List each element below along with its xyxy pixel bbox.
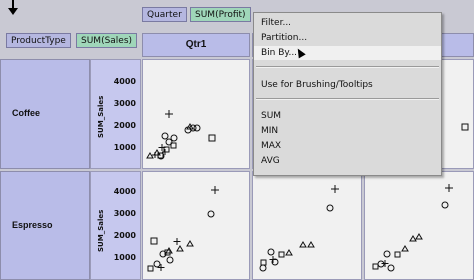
menu-item-sum[interactable]: SUM [254, 109, 441, 123]
plot-espresso-qtr1[interactable] [142, 171, 250, 280]
menu-item-avg[interactable]: AVG [254, 154, 441, 168]
triangle-icon [285, 249, 293, 256]
scatter-marks [146, 110, 216, 160]
y-tick: 1000 [113, 143, 136, 152]
row-header-espresso: Espresso [0, 171, 90, 280]
y-axis-title: SUM_Sales [97, 95, 105, 138]
square-icon [208, 134, 216, 142]
scatter-marks [259, 185, 339, 272]
context-menu: Filter... Partition... Bin By... Use for… [253, 12, 442, 176]
square-icon [461, 123, 469, 131]
scatter-marks [147, 186, 219, 272]
triangle-icon [307, 241, 315, 248]
circle-icon [193, 124, 201, 132]
y-axis-title: SUM_Sales [97, 209, 105, 252]
square-icon [372, 263, 379, 270]
quarter-pill[interactable]: Quarter [142, 7, 187, 22]
square-icon [150, 237, 158, 245]
menu-separator [256, 98, 439, 100]
triangle-icon [176, 245, 184, 252]
menu-item-min[interactable]: MIN [254, 124, 441, 138]
cross-icon [173, 238, 181, 245]
plot-coffee-qtr1[interactable] [142, 59, 250, 169]
y-tick: 4000 [113, 77, 136, 86]
product-type-pill[interactable]: ProductType [6, 33, 71, 48]
arrow-down-icon [8, 0, 18, 15]
triangle-icon [401, 245, 409, 252]
circle-icon [207, 210, 215, 218]
circle-icon [387, 264, 395, 272]
column-header-qtr1: Qtr1 [142, 33, 250, 57]
cross-icon [445, 184, 453, 192]
square-icon [260, 259, 267, 266]
square-icon [278, 251, 285, 258]
y-tick: 3000 [113, 209, 136, 218]
triangle-icon [299, 241, 307, 248]
y-axis-espresso: SUM_Sales 4000 3000 2000 1000 [90, 171, 141, 280]
plot-espresso-qtr2[interactable] [252, 171, 362, 280]
cross-icon [211, 186, 219, 194]
triangle-icon [415, 233, 423, 240]
row-header-label: Espresso [12, 220, 53, 230]
cross-icon [331, 185, 339, 193]
sum-profit-pill[interactable]: SUM(Profit) [190, 7, 251, 22]
plot-espresso-qtr3[interactable] [364, 171, 474, 280]
triangle-icon [409, 235, 417, 242]
scatter-marks [372, 184, 453, 272]
triangle-icon [186, 240, 194, 247]
circle-icon [259, 264, 267, 272]
y-tick: 4000 [113, 187, 136, 196]
square-icon [394, 251, 401, 258]
menu-item-bin-by[interactable]: Bin By... [254, 46, 441, 60]
circle-icon [326, 204, 334, 212]
circle-icon [166, 256, 174, 264]
row-header-coffee: Coffee [0, 59, 90, 169]
y-axis-coffee: SUM_Sales 4000 3000 2000 1000 [90, 59, 141, 169]
cross-icon [165, 110, 173, 118]
cross-icon [269, 256, 277, 263]
y-tick: 2000 [113, 231, 136, 240]
y-tick: 2000 [113, 121, 136, 130]
circle-icon [153, 260, 161, 268]
circle-icon [383, 250, 391, 258]
circle-icon [441, 201, 449, 209]
menu-item-filter[interactable]: Filter... [254, 16, 441, 30]
menu-separator [256, 66, 439, 68]
cross-icon [157, 264, 165, 271]
menu-item-partition[interactable]: Partition... [254, 31, 441, 45]
circle-icon [161, 132, 169, 140]
y-tick: 1000 [113, 253, 136, 262]
sum-sales-pill[interactable]: SUM(Sales) [76, 33, 138, 48]
menu-item-brushing[interactable]: Use for Brushing/Tooltips [254, 78, 441, 92]
circle-icon [267, 248, 275, 256]
square-icon [147, 265, 154, 272]
menu-item-max[interactable]: MAX [254, 139, 441, 153]
row-header-label: Coffee [12, 108, 41, 118]
y-tick: 3000 [113, 99, 136, 108]
